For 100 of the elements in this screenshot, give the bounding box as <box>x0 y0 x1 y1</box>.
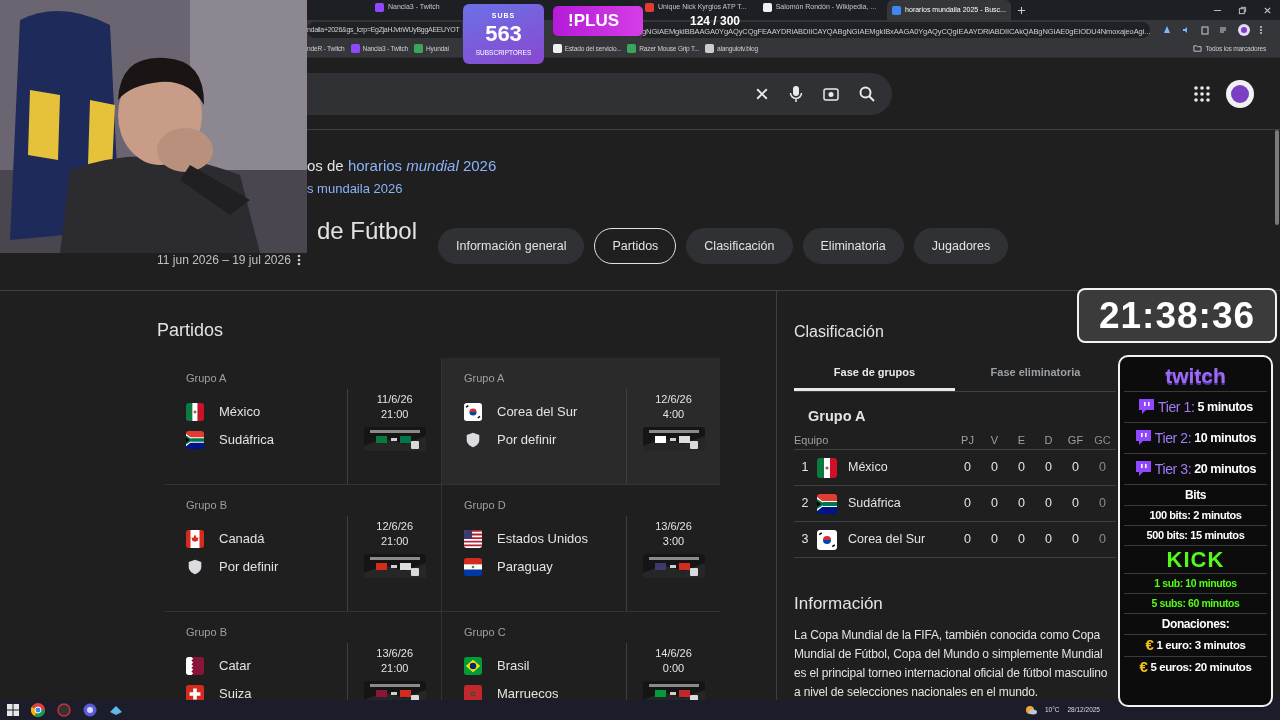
search-field[interactable] <box>307 72 892 115</box>
extension-icon[interactable] <box>1162 25 1172 35</box>
results-note: os de horarios mundial 2026 <box>307 157 497 174</box>
microphone-icon[interactable] <box>788 84 804 103</box>
favicon-icon <box>375 2 384 12</box>
team-cell-text: Corea del Sur <box>848 531 927 549</box>
menu-icon[interactable] <box>1259 25 1263 35</box>
filter-chip[interactable]: Clasificación <box>686 228 793 264</box>
app-icon[interactable] <box>83 703 97 717</box>
avatar-icon[interactable] <box>1226 79 1254 108</box>
search-icon[interactable] <box>858 84 876 103</box>
stat-cell-text: 0 <box>1017 495 1026 513</box>
avatar-icon[interactable] <box>1238 24 1250 36</box>
close-icon[interactable] <box>1263 5 1272 15</box>
team-name: Suiza <box>219 685 252 704</box>
stat-cell-text: 0 <box>1044 531 1053 549</box>
tier-value: 5 minutos <box>1197 398 1253 416</box>
favicon-icon <box>892 5 902 15</box>
stat-cell-text: 0 <box>990 459 999 477</box>
match-time: 21:00 <box>380 534 409 549</box>
panel-heading: Bits <box>1184 487 1207 504</box>
new-tab-icon[interactable] <box>1016 5 1026 15</box>
reward-text: 1 sub: 10 minutos <box>1154 575 1237 591</box>
chat-bubble-icon <box>1134 460 1152 478</box>
tier-value: 20 minutos <box>1194 460 1257 478</box>
favicon-icon <box>762 2 772 12</box>
match-time: 4:00 <box>662 407 685 422</box>
tier-label: Tier 3: <box>1154 459 1192 479</box>
filter-chip[interactable]: Partidos <box>594 228 677 264</box>
euro-icon: € <box>1145 634 1154 657</box>
stat-cell-text: 0 <box>1098 495 1107 513</box>
team-name: Sudáfrica <box>219 431 274 450</box>
folder-icon <box>1193 44 1203 53</box>
column-header: D <box>1043 432 1054 448</box>
group-label: Grupo B <box>186 498 228 512</box>
reward-text: 100 bits: 2 minutos <box>1149 508 1242 524</box>
team-name: Estados Unidos <box>497 530 589 549</box>
flag-icon <box>186 657 204 675</box>
weather-icon <box>1024 705 1037 715</box>
match-date: 13/6/26 <box>376 646 414 661</box>
team-name: Canadá <box>219 530 265 549</box>
match-card[interactable]: Grupo A México Sudáfrica 11/6/26 21:00 <box>164 358 442 485</box>
query-link[interactable]: horarios mundial 2026 <box>347 157 497 174</box>
tier-value: 10 minutos <box>1194 429 1257 447</box>
app-icon[interactable] <box>109 703 123 717</box>
match-card[interactable]: Grupo B Canadá Por definir 12/6/26 21:00 <box>164 485 442 612</box>
match-date: 12/6/26 <box>655 392 692 407</box>
subscriber-count: 563 <box>485 21 522 46</box>
filter-chip[interactable]: Información general <box>438 228 585 264</box>
more-icon[interactable] <box>296 254 301 266</box>
stat-cell-text: 0 <box>1017 459 1026 477</box>
stat-cell-text: 0 <box>1071 459 1080 477</box>
scrollbar-thumb[interactable] <box>1275 130 1279 225</box>
filter-chip[interactable]: Eliminatoria <box>802 228 904 264</box>
apps-icon[interactable] <box>1194 85 1210 102</box>
filter-chip[interactable]: Jugadores <box>913 228 1009 264</box>
flag-icon <box>464 558 482 576</box>
stat-cell-text: 0 <box>1071 531 1080 549</box>
stat-cell-text: 0 <box>1044 495 1053 513</box>
team-name: Catar <box>219 657 251 676</box>
match-time: 21:00 <box>380 661 409 676</box>
match-date: 11/6/26 <box>376 392 413 407</box>
flag-icon <box>817 457 837 478</box>
match-date: 14/6/26 <box>655 646 692 661</box>
column-header: GC <box>1093 432 1112 448</box>
rank-cell-text: 1 <box>800 459 810 477</box>
alternative-search-link[interactable]: s mundaila 2026 <box>307 181 403 196</box>
favicon-icon <box>552 44 562 53</box>
reward-text: 1 euro: 3 minutos <box>1156 637 1246 653</box>
match-card[interactable]: Grupo A Corea del Sur Por definir 12/6/26 4:00 <box>442 358 720 485</box>
team-cell-text: México <box>848 459 889 477</box>
tier-label: Tier 1: <box>1158 397 1195 417</box>
team-name: México <box>219 403 261 422</box>
start-icon[interactable] <box>7 704 19 716</box>
match-date: 12/6/26 <box>376 519 414 534</box>
reward-text: 500 bits: 15 minutos <box>1146 528 1245 544</box>
phase-tab[interactable]: Fase eliminatoria <box>955 357 1116 391</box>
group-label: Grupo B <box>186 625 228 639</box>
flag-icon <box>464 657 482 675</box>
match-card[interactable]: Grupo D Estados Unidos Paraguay 13/6/26 3:00 <box>442 485 720 612</box>
favicon-icon <box>414 44 423 53</box>
favicon-icon <box>350 44 360 53</box>
browser-icon[interactable] <box>31 703 45 717</box>
shield-icon <box>464 431 482 449</box>
group-label: Grupo A <box>464 371 506 385</box>
flag-icon <box>817 493 837 514</box>
flag-icon <box>186 431 204 449</box>
stat-cell-text: 0 <box>963 459 972 477</box>
media-icon[interactable] <box>1219 25 1229 35</box>
team-name: Por definir <box>497 431 557 450</box>
restore-icon[interactable] <box>1238 5 1247 15</box>
reward-text: 5 subs: 60 minutos <box>1151 595 1240 611</box>
column-header: V <box>989 432 1000 448</box>
rank-cell-text: 2 <box>800 495 810 513</box>
info-paragraph: La Copa Mundial de la FIFA, también conocida como Copa Mundial de Fútbol, Copa del Mundo o simplemente Mundial es el principal torneo internacional oficial de fútbol masculino a nivel de selecciones nacionales en el mundo. <box>794 627 1109 701</box>
team-name: Marruecos <box>497 685 559 704</box>
phase-tab[interactable]: Fase de grupos <box>794 357 955 391</box>
group-label: Grupo D <box>464 498 507 512</box>
section-heading: Partidos <box>157 319 225 342</box>
group-label: Grupo A <box>186 371 228 385</box>
